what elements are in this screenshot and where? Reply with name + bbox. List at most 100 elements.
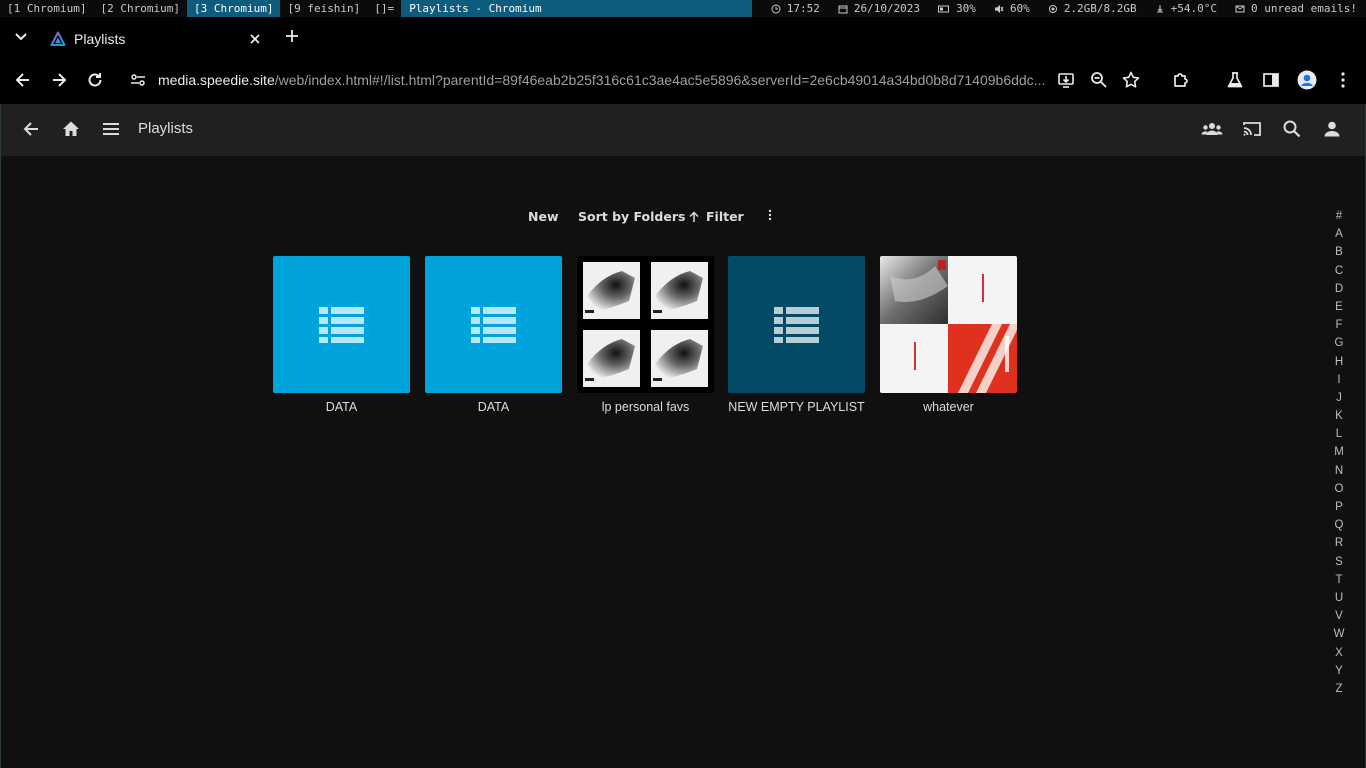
playlist-name[interactable]: DATA [425, 400, 562, 414]
alphabet-letter[interactable]: C [1335, 262, 1343, 280]
playlist-name[interactable]: lp personal favs [577, 400, 714, 414]
list-controls: New Sort by Folders Filter [1, 209, 1366, 229]
alphabet-letter[interactable]: I [1337, 371, 1340, 389]
album-art-collage [880, 256, 1017, 393]
back-icon[interactable] [13, 70, 33, 90]
alphabet-letter[interactable]: V [1335, 607, 1343, 625]
thermometer-icon [1156, 4, 1163, 12]
alphabet-letter[interactable]: O [1335, 480, 1344, 498]
playlist-card[interactable]: whatever [880, 256, 1017, 414]
install-app-icon[interactable] [1057, 70, 1077, 90]
zoom-icon[interactable] [1089, 70, 1109, 90]
playlist-card[interactable]: DATA [273, 256, 410, 414]
playlist-name[interactable]: DATA [273, 400, 410, 414]
alphabet-letter[interactable]: N [1335, 462, 1343, 480]
mail-icon [1235, 5, 1245, 12]
calendar-icon [838, 5, 848, 13]
playlist-icon [319, 307, 364, 343]
playlist-placeholder[interactable] [273, 256, 410, 393]
workspace-1[interactable]: [1 Chromium] [0, 0, 93, 17]
alphabet-letter[interactable]: # [1336, 207, 1342, 225]
alphabet-letter[interactable]: R [1335, 534, 1343, 552]
alphabet-letter[interactable]: K [1335, 407, 1343, 425]
workspace-2[interactable]: [2 Chromium] [93, 0, 186, 17]
arrow-up-icon [689, 210, 699, 222]
alphabet-letter[interactable]: Y [1335, 662, 1343, 680]
browser-menu-icon[interactable] [1333, 70, 1353, 90]
volume-text: 60% [1009, 2, 1030, 15]
window-title: Playlists - Chromium [401, 0, 550, 17]
url-host: media.speedie.site [158, 72, 275, 88]
alphabet-letter[interactable]: Z [1335, 680, 1342, 698]
side-panel-icon[interactable] [1261, 70, 1281, 90]
workspace-3[interactable]: [3 Chromium] [186, 0, 281, 17]
alphabet-letter[interactable]: H [1335, 353, 1343, 371]
tab-title: Playlists [74, 30, 126, 47]
new-tab-icon[interactable] [283, 27, 301, 45]
playlist-name[interactable]: whatever [880, 400, 1017, 414]
memory-icon [1048, 4, 1057, 13]
sort-label: Sort by Folders [578, 209, 686, 224]
alphabet-letter[interactable]: D [1335, 280, 1343, 298]
hamburger-menu-icon[interactable] [100, 118, 122, 140]
workspace-9[interactable]: [9 feishin] [280, 0, 367, 17]
bookmark-star-icon[interactable] [1121, 70, 1141, 90]
alphabet-letter[interactable]: Q [1335, 516, 1344, 534]
url-path: /web/index.html#!/list.html?parentId=89f… [274, 72, 1046, 88]
playlist-name[interactable]: NEW EMPTY PLAYLIST [728, 400, 865, 414]
playlist-cover-collage[interactable] [577, 256, 714, 393]
alphabet-letter[interactable]: E [1335, 298, 1343, 316]
alphabet-picker: # A B C D E F G H I J K L M N O P Q R S T U V W X Y Z [1331, 207, 1347, 698]
forward-icon[interactable] [49, 70, 69, 90]
alphabet-letter[interactable]: S [1335, 553, 1343, 571]
playlist-card[interactable]: lp personal favs [577, 256, 714, 414]
new-playlist-button[interactable]: New [528, 209, 559, 224]
playlist-icon [471, 307, 516, 343]
alphabet-letter[interactable]: M [1334, 443, 1344, 461]
clock-icon [771, 4, 781, 13]
alphabet-letter[interactable]: T [1335, 571, 1342, 589]
alphabet-letter[interactable]: L [1336, 425, 1342, 443]
jellyfin-app: Playlists New Sort by Folders Filter DAT… [0, 104, 1366, 768]
playlist-cover-collage[interactable] [880, 256, 1017, 393]
search-icon[interactable] [1281, 118, 1303, 140]
user-icon[interactable] [1321, 118, 1343, 140]
address-bar[interactable]: media.speedie.site/web/index.html#!/list… [158, 70, 1058, 90]
reload-icon[interactable] [85, 70, 105, 90]
alphabet-letter[interactable]: G [1335, 334, 1344, 352]
jellyfin-favicon-icon [50, 31, 66, 46]
tab-playlists[interactable]: Playlists [38, 21, 272, 56]
alphabet-letter[interactable]: B [1335, 243, 1343, 261]
app-back-icon[interactable] [20, 118, 42, 140]
tab-search-chevron-icon[interactable] [12, 27, 30, 45]
layout-indicator[interactable]: []= [367, 0, 401, 17]
alphabet-letter[interactable]: X [1335, 644, 1343, 662]
temp-text: +54.0°C [1170, 2, 1218, 15]
sort-button[interactable]: Sort by Folders [578, 209, 700, 224]
alphabet-letter[interactable]: U [1335, 589, 1343, 607]
labs-flask-icon[interactable] [1225, 70, 1245, 90]
status-memory: 2.2GB/8.2GB [1039, 2, 1146, 15]
alphabet-letter[interactable]: J [1336, 389, 1342, 407]
playlist-placeholder[interactable] [728, 256, 865, 393]
cast-icon[interactable] [1241, 118, 1263, 140]
alphabet-letter[interactable]: A [1335, 225, 1343, 243]
more-options-icon[interactable] [764, 209, 776, 221]
home-icon[interactable] [60, 118, 82, 140]
alphabet-letter[interactable]: W [1334, 625, 1345, 643]
playlist-placeholder[interactable] [425, 256, 562, 393]
filter-button[interactable]: Filter [706, 209, 744, 224]
alphabet-letter[interactable]: P [1335, 498, 1343, 516]
battery-text: 30% [956, 2, 976, 15]
playlist-card[interactable]: NEW EMPTY PLAYLIST [728, 256, 865, 414]
profile-avatar-icon[interactable] [1297, 70, 1317, 90]
site-info-icon[interactable] [128, 70, 148, 90]
close-tab-icon[interactable] [246, 30, 264, 48]
alphabet-letter[interactable]: F [1335, 316, 1342, 334]
status-mail: 0 unread emails! [1226, 2, 1366, 15]
status-time: 17:52 [762, 2, 829, 15]
syncplay-group-icon[interactable] [1201, 118, 1223, 140]
status-date: 26/10/2023 [829, 2, 929, 15]
playlist-card[interactable]: DATA [425, 256, 562, 414]
extensions-icon[interactable] [1171, 70, 1191, 90]
